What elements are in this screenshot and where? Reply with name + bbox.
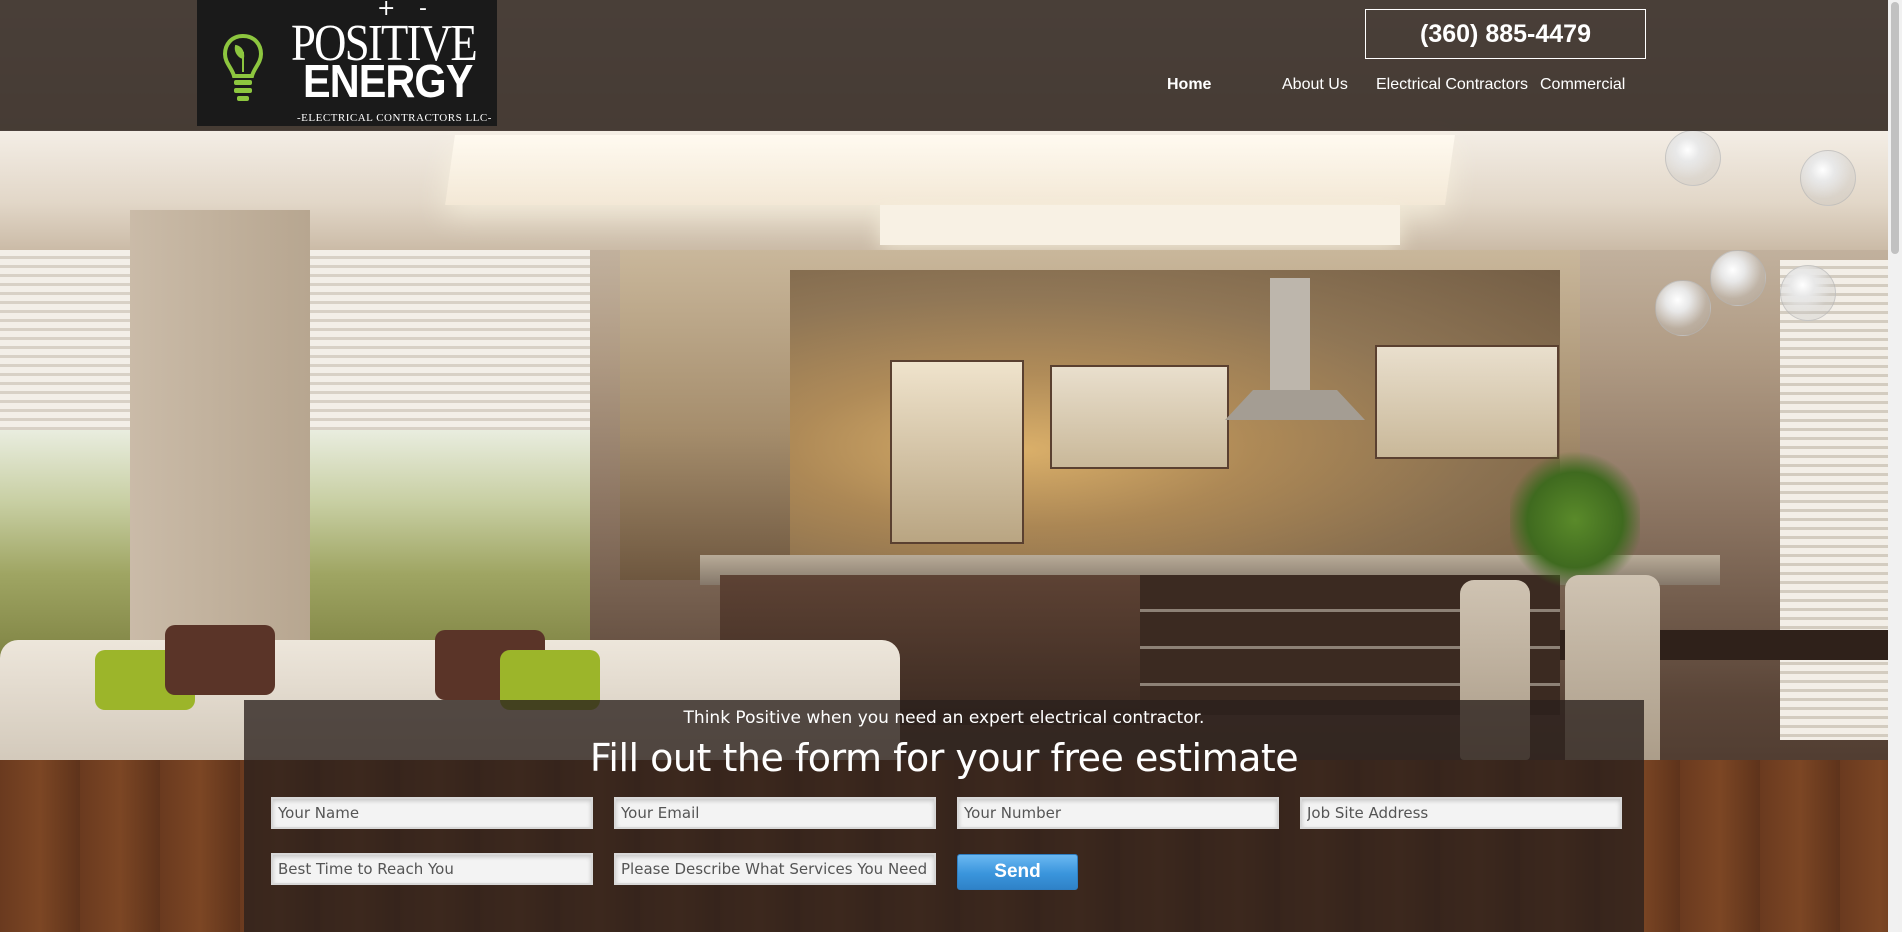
form-title: Fill out the form for your free estimate [589,736,1299,780]
ceiling-light-panel-inner [880,205,1400,245]
phone-number-field[interactable] [957,797,1279,829]
name-field[interactable] [271,797,593,829]
pillow [165,625,275,695]
chandelier-globe [1655,280,1711,336]
send-button[interactable]: Send [957,854,1078,890]
job-site-address-field[interactable] [1300,797,1622,829]
email-field[interactable] [614,797,936,829]
chandelier-globe [1710,250,1766,306]
logo-tagline: -ELECTRICAL CONTRACTORS LLC- [297,112,492,124]
logo-wordmark-energy: ENERGY [303,55,473,107]
window-blinds-right [1780,260,1902,740]
lightbulb-icon [222,33,264,101]
nav-item-home[interactable]: Home [1167,76,1211,94]
page-scrollbar[interactable] [1888,0,1902,932]
form-tagline: Think Positive when you need an expert e… [683,708,1205,728]
upper-cabinet-right [1375,345,1559,459]
nav-item-electrical-contractors[interactable]: Electrical Contractors [1376,76,1528,94]
chandelier-globe [1665,130,1721,186]
site-header: + - POSITIVE ENERGY -ELECTRICAL CONTRACT… [0,0,1902,131]
scrollbar-thumb[interactable] [1891,2,1899,254]
plant [1510,450,1640,590]
best-time-field[interactable] [271,853,593,885]
range-hood [1270,278,1310,398]
upper-cabinet-left [1050,365,1229,469]
phone-number-button[interactable]: (360) 885-4479 [1365,9,1646,59]
tall-cabinet [890,360,1024,544]
ceiling-light-panel [445,135,1455,205]
chandelier-globe [1800,150,1856,206]
services-description-field[interactable] [614,853,936,885]
chandelier-globe [1780,265,1836,321]
nav-item-commercial[interactable]: Commercial [1540,76,1625,94]
nav-item-about-us[interactable]: About Us [1282,76,1348,94]
company-logo[interactable]: + - POSITIVE ENERGY -ELECTRICAL CONTRACT… [197,0,497,126]
